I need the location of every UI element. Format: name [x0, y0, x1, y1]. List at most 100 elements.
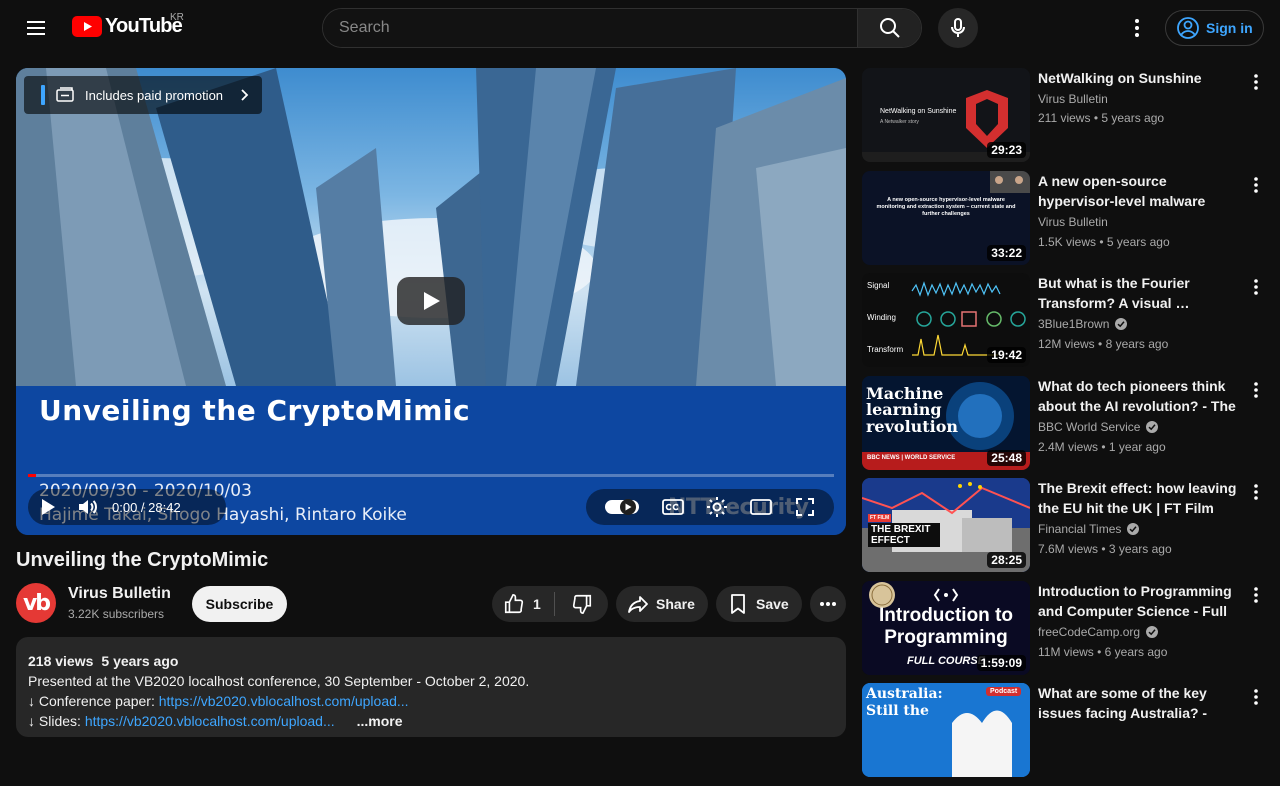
video-thumbnail[interactable]: Signal Winding Transform 19:42: [862, 273, 1030, 367]
video-title[interactable]: NetWalking on Sunshine: [1038, 68, 1240, 88]
video-title[interactable]: But what is the Fourier Transform? A vis…: [1038, 273, 1240, 313]
autoplay-toggle-icon[interactable]: [604, 497, 640, 517]
recommendation-item[interactable]: Australia: Still the Podcast What are so…: [862, 683, 1280, 786]
recommendation-item[interactable]: A new open-source hypervisor-level malwa…: [862, 170, 1280, 274]
video-thumbnail[interactable]: A new open-source hypervisor-level malwa…: [862, 170, 1030, 265]
item-menu-button[interactable]: [1244, 480, 1268, 504]
video-duration: 19:42: [987, 347, 1026, 363]
thumbnail-subtitle: Podcast: [986, 687, 1022, 696]
video-meta: 2.4M views • 1 year ago: [1038, 439, 1166, 454]
more-horizontal-icon: [820, 602, 836, 606]
video-meta: 7.6M views • 3 years ago: [1038, 542, 1172, 556]
paper-link[interactable]: https://vb2020.vblocalhost.com/upload...: [159, 693, 409, 709]
time-display: 0:00 / 28:42: [112, 499, 181, 515]
description-slides-line: ↓ Slides: https://vb2020.vblocalhost.com…: [28, 711, 834, 731]
playback-controls: 0:00 / 28:42: [28, 489, 226, 525]
paid-promotion-banner[interactable]: Includes paid promotion: [24, 76, 262, 114]
progress-bar[interactable]: [28, 474, 834, 477]
save-button[interactable]: Save: [716, 586, 802, 622]
show-more-button[interactable]: ...more: [357, 713, 403, 729]
more-vertical-icon: [1254, 689, 1258, 705]
play-button[interactable]: [28, 489, 68, 525]
description-line: Presented at the VB2020 localhost confer…: [28, 673, 530, 689]
recommendation-item[interactable]: FT FILM THE BREXIT EFFECT 28:25 The Brex…: [862, 478, 1280, 581]
item-menu-button[interactable]: [1244, 70, 1268, 94]
verified-badge-icon: [1127, 523, 1140, 535]
video-meta: 11M views • 6 years ago: [1038, 644, 1168, 659]
thumbnail-label: Signal: [867, 281, 890, 290]
paid-promotion-icon: [56, 87, 74, 102]
share-arrow-icon: [628, 596, 648, 613]
recommendation-item[interactable]: NetWalking on Sunshine A Netwalker story…: [862, 68, 1280, 171]
thumbs-down-icon: [572, 594, 591, 614]
video-thumbnail[interactable]: Machine learning revolution BBC NEWS | W…: [862, 375, 1030, 470]
search-input[interactable]: [323, 9, 857, 47]
voice-search-button[interactable]: [938, 8, 978, 48]
subtitles-icon[interactable]: [661, 497, 685, 517]
more-vertical-icon: [1254, 74, 1258, 90]
item-menu-button[interactable]: [1244, 378, 1268, 402]
channel-avatar[interactable]: vb: [16, 583, 56, 623]
save-label: Save: [756, 596, 789, 612]
recommendation-item[interactable]: Signal Winding Transform 19:42 But what …: [862, 273, 1280, 376]
share-button[interactable]: Share: [616, 586, 708, 622]
verified-badge-icon: [1146, 420, 1159, 433]
dislike-button[interactable]: [555, 586, 608, 622]
volume-icon: [79, 500, 97, 514]
upload-age: 5 years ago: [101, 653, 179, 669]
more-actions-button[interactable]: [810, 586, 846, 622]
volume-button[interactable]: [68, 489, 108, 525]
video-thumbnail[interactable]: Introduction to Programming FULL COURSE …: [862, 580, 1030, 675]
video-duration: 33:22: [987, 244, 1026, 261]
thumbnail-subtitle: FULL COURSE: [907, 654, 986, 667]
verified-badge-icon: [1146, 625, 1159, 638]
video-thumbnail[interactable]: NetWalking on Sunshine A Netwalker story…: [862, 68, 1030, 162]
video-meta: 211 views • 5 years ago: [1038, 111, 1165, 125]
chevron-right-icon: [241, 89, 249, 101]
menu-button[interactable]: [16, 8, 56, 48]
large-play-button[interactable]: [397, 277, 465, 325]
thumbnail-title: Introduction to Programming: [878, 604, 1014, 648]
video-title[interactable]: Introduction to Programming and Computer…: [1038, 581, 1240, 621]
subscribe-button[interactable]: Subscribe: [192, 586, 287, 622]
video-title[interactable]: What are some of the key issues facing A…: [1038, 683, 1240, 723]
search-button[interactable]: [857, 9, 921, 47]
channel-name: BBC World Service: [1038, 420, 1159, 434]
like-count: 1: [533, 596, 541, 612]
verified-badge-icon: [1115, 318, 1128, 330]
item-menu-button[interactable]: [1244, 685, 1268, 709]
item-menu-button[interactable]: [1244, 173, 1268, 197]
play-icon: [424, 292, 440, 310]
fullscreen-icon[interactable]: [794, 496, 816, 518]
youtube-logo[interactable]: YouTube: [72, 15, 183, 38]
video-title[interactable]: What do tech pioneers think about the AI…: [1038, 376, 1240, 416]
progress-bar-fill: [28, 474, 36, 477]
settings-menu-button[interactable]: [1117, 8, 1157, 48]
channel-name[interactable]: Virus Bulletin: [68, 585, 171, 603]
more-vertical-icon: [1254, 279, 1258, 295]
recommendations-list: NetWalking on Sunshine A Netwalker story…: [862, 68, 1280, 786]
sign-in-button[interactable]: Sign in: [1165, 10, 1264, 46]
like-button[interactable]: 1: [492, 586, 554, 622]
video-title[interactable]: The Brexit effect: how leaving the EU hi…: [1038, 478, 1240, 518]
description-box[interactable]: 218 views 5 years ago Presented at the VB…: [16, 637, 846, 737]
thumbs-up-icon: [504, 594, 524, 614]
subscriber-count: 3.22K subscribers: [68, 607, 165, 621]
video-overlay-title: Unveiling the CryptoMimic: [39, 394, 471, 427]
slides-link[interactable]: https://vb2020.vblocalhost.com/upload...: [85, 713, 335, 729]
channel-name: Financial Times: [1038, 522, 1140, 536]
channel-name: Virus Bulletin: [1038, 92, 1108, 106]
settings-gear-icon[interactable]: [705, 495, 729, 519]
item-menu-button[interactable]: [1244, 275, 1268, 299]
video-duration: 1:59:09: [976, 654, 1026, 671]
theater-mode-icon[interactable]: [749, 497, 773, 517]
item-menu-button[interactable]: [1244, 583, 1268, 607]
thumbnail-title: A new open-source hypervisor-level malwa…: [876, 196, 1016, 217]
video-player[interactable]: Unveiling the CryptoMimic 2020/09/30 - 2…: [16, 68, 846, 535]
video-title[interactable]: A new open-source hypervisor-level malwa…: [1038, 171, 1240, 211]
recommendation-item[interactable]: Introduction to Programming FULL COURSE …: [862, 580, 1280, 684]
video-thumbnail[interactable]: FT FILM THE BREXIT EFFECT 28:25: [862, 478, 1030, 572]
thumbnail-title: THE BREXIT EFFECT: [868, 523, 940, 547]
video-thumbnail[interactable]: Australia: Still the Podcast: [862, 683, 1030, 777]
recommendation-item[interactable]: Machine learning revolution BBC NEWS | W…: [862, 375, 1280, 479]
